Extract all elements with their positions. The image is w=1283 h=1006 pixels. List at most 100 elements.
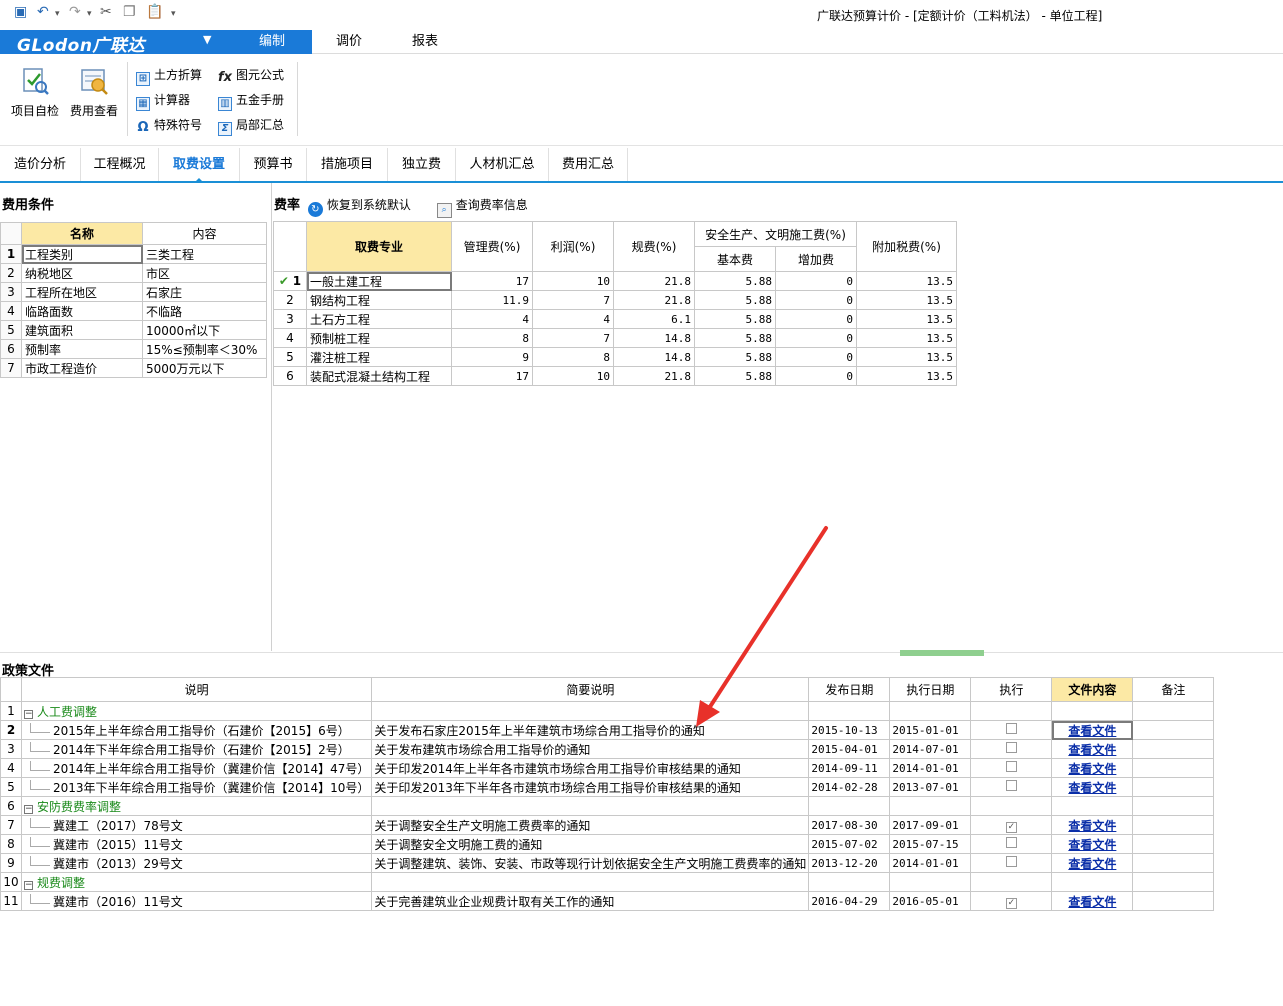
column-header-fee[interactable]: 规费(%)	[613, 221, 695, 272]
remark-cell[interactable]	[1132, 834, 1215, 854]
policy-description[interactable]: 2015年上半年综合用工指导价（石建价【2015】6号）	[20, 720, 373, 740]
safety-extra-rate[interactable]: 0	[775, 347, 857, 367]
group-row[interactable]: 6− 安防费费率调整	[0, 796, 1215, 816]
execute-date[interactable]: 2017-09-01	[889, 815, 972, 835]
more-icon[interactable]: ▾	[171, 9, 176, 19]
tab-cost-analysis[interactable]: 造价分析	[0, 148, 81, 181]
column-header-execute-date[interactable]: 执行日期	[889, 677, 972, 702]
profit-rate[interactable]: 4	[532, 309, 614, 329]
view-file-link[interactable]: 查看文件	[1068, 857, 1116, 871]
remark-cell[interactable]	[1132, 815, 1215, 835]
management-rate[interactable]: 17	[451, 366, 533, 386]
tab-budget-book[interactable]: 预算书	[240, 148, 307, 181]
execute-checkbox[interactable]	[1005, 856, 1017, 867]
condition-name[interactable]: 市政工程造价	[21, 358, 143, 378]
column-header-execute[interactable]: 执行	[970, 677, 1053, 702]
collapse-icon[interactable]: −	[24, 709, 33, 719]
safety-extra-rate[interactable]: 0	[775, 271, 857, 291]
profession-name[interactable]: 一般土建工程	[306, 271, 452, 291]
view-file-link[interactable]: 查看文件	[1068, 724, 1116, 738]
remark-cell[interactable]	[1132, 720, 1215, 740]
redo-dropdown-icon[interactable]: ▾	[87, 9, 92, 19]
remark-cell[interactable]	[1132, 853, 1215, 873]
policy-brief[interactable]: 关于发布石家庄2015年上半年建筑市场综合用工指导价的通知	[371, 720, 810, 740]
table-row[interactable]: 6 预制率 15%≤预制率＜30%	[0, 339, 267, 359]
fee-rate[interactable]: 14.8	[613, 347, 695, 367]
policy-brief[interactable]	[371, 872, 810, 892]
execute-date[interactable]: 2016-05-01	[889, 891, 972, 911]
copy-icon[interactable]: ❐	[123, 4, 136, 20]
policy-description[interactable]: 2014年下半年综合用工指导价（石建价【2015】2号）	[20, 739, 373, 759]
tax-rate[interactable]: 13.5	[856, 328, 957, 348]
management-rate[interactable]: 11.9	[451, 290, 533, 310]
publish-date[interactable]: 2016-04-29	[808, 891, 891, 911]
tab-independent-fee[interactable]: 独立费	[388, 148, 456, 181]
remark-cell[interactable]	[1132, 891, 1215, 911]
column-header-file-content[interactable]: 文件内容	[1051, 677, 1134, 702]
tab-labor-material-summary[interactable]: 人材机汇总	[456, 148, 549, 181]
safety-extra-rate[interactable]: 0	[775, 290, 857, 310]
policy-brief[interactable]: 关于印发2013年下半年各市建筑市场综合用工指导价审核结果的通知	[371, 777, 810, 797]
publish-date[interactable]	[808, 701, 891, 721]
table-row[interactable]: 11 冀建市（2016）11号文 关于完善建筑业企业规费计取有关工作的通知 2016-…	[0, 891, 1215, 911]
element-formula-button[interactable]: fx 图元公式	[218, 66, 284, 84]
policy-description[interactable]: 2013年下半年综合用工指导价（冀建价信【2014】10号）	[20, 777, 373, 797]
profession-name[interactable]: 灌注桩工程	[306, 347, 452, 367]
policy-brief[interactable]: 关于完善建筑业企业规费计取有关工作的通知	[371, 891, 810, 911]
management-rate[interactable]: 9	[451, 347, 533, 367]
table-row[interactable]: 8 冀建市（2015）11号文 关于调整安全文明施工费的通知 2015-07-02 20…	[0, 834, 1215, 854]
publish-date[interactable]	[808, 796, 891, 816]
tax-rate[interactable]: 13.5	[856, 347, 957, 367]
partial-summary-button[interactable]: Σ 局部汇总	[218, 116, 284, 136]
undo-icon[interactable]: ↶	[37, 4, 49, 20]
execute-date[interactable]	[889, 701, 972, 721]
fee-rate[interactable]: 21.8	[613, 271, 695, 291]
profession-name[interactable]: 钢结构工程	[306, 290, 452, 310]
table-row[interactable]: 4 2014年上半年综合用工指导价（冀建价信【2014】47号） 关于印发2014年…	[0, 758, 1215, 778]
profession-name[interactable]: 土石方工程	[306, 309, 452, 329]
execute-checkbox[interactable]	[1005, 780, 1017, 791]
tax-rate[interactable]: 13.5	[856, 290, 957, 310]
column-header-brief[interactable]: 简要说明	[371, 677, 810, 702]
policy-description[interactable]: 冀建市（2013）29号文	[20, 853, 373, 873]
app-menu-button[interactable]: GLodon广联达 ▼	[0, 30, 232, 56]
collapse-icon[interactable]: −	[24, 880, 33, 890]
policy-description[interactable]: 冀建工（2017）78号文	[20, 815, 373, 835]
restore-default-button[interactable]: ↻ 恢复到系统默认	[307, 196, 411, 217]
execute-checkbox[interactable]	[1005, 742, 1017, 753]
ribbon-tab-edit[interactable]: 编制	[232, 30, 312, 54]
column-header-extra[interactable]: 增加费	[775, 246, 857, 272]
view-file-link[interactable]: 查看文件	[1068, 895, 1116, 909]
tax-rate[interactable]: 13.5	[856, 366, 957, 386]
column-header-profit[interactable]: 利润(%)	[532, 221, 614, 272]
ribbon-tab-adjust-price[interactable]: 调价	[312, 30, 386, 54]
group-row[interactable]: 1− 人工费调整	[0, 701, 1215, 721]
execute-date[interactable]: 2013-07-01	[889, 777, 972, 797]
profit-rate[interactable]: 10	[532, 271, 614, 291]
column-header-management[interactable]: 管理费(%)	[451, 221, 533, 272]
safety-basic-rate[interactable]: 5.88	[694, 309, 776, 329]
execute-checkbox[interactable]	[1005, 723, 1017, 734]
policy-description[interactable]: 冀建市（2016）11号文	[20, 891, 373, 911]
group-label[interactable]: − 人工费调整	[20, 701, 373, 721]
execute-checkbox[interactable]	[1005, 761, 1017, 772]
condition-value[interactable]: 三类工程	[142, 244, 267, 264]
column-header-profession[interactable]: 取费专业	[306, 221, 452, 272]
table-row[interactable]: 9 冀建市（2013）29号文 关于调整建筑、装饰、安装、市政等现行计划依据安全生产…	[0, 853, 1215, 873]
column-header-publish-date[interactable]: 发布日期	[808, 677, 891, 702]
table-row[interactable]: 7 市政工程造价 5000万元以下	[0, 358, 267, 378]
hardware-manual-button[interactable]: ▥ 五金手册	[218, 91, 284, 111]
group-label[interactable]: − 安防费费率调整	[20, 796, 373, 816]
table-row[interactable]: 5 2013年下半年综合用工指导价（冀建价信【2014】10号） 关于印发2013年…	[0, 777, 1215, 797]
column-header-name[interactable]: 名称	[21, 222, 143, 245]
view-file-link[interactable]: 查看文件	[1068, 838, 1116, 852]
tab-measures[interactable]: 措施项目	[307, 148, 388, 181]
column-header-tax[interactable]: 附加税费(%)	[856, 221, 957, 272]
table-row[interactable]: 3 2014年下半年综合用工指导价（石建价【2015】2号） 关于发布建筑市场综合用…	[0, 739, 1215, 759]
publish-date[interactable]	[808, 872, 891, 892]
earthwork-conversion-button[interactable]: ⊞ 土方折算	[136, 66, 202, 86]
table-row[interactable]: ✔ 1 一般土建工程 17 10 21.8 5.88 0 13.5	[273, 271, 957, 291]
table-row[interactable]: 3 土石方工程 4 4 6.1 5.88 0 13.5	[273, 309, 957, 329]
policy-brief[interactable]: 关于调整建筑、装饰、安装、市政等现行计划依据安全生产文明施工费费率的通知	[371, 853, 810, 873]
view-file-link[interactable]: 查看文件	[1068, 819, 1116, 833]
